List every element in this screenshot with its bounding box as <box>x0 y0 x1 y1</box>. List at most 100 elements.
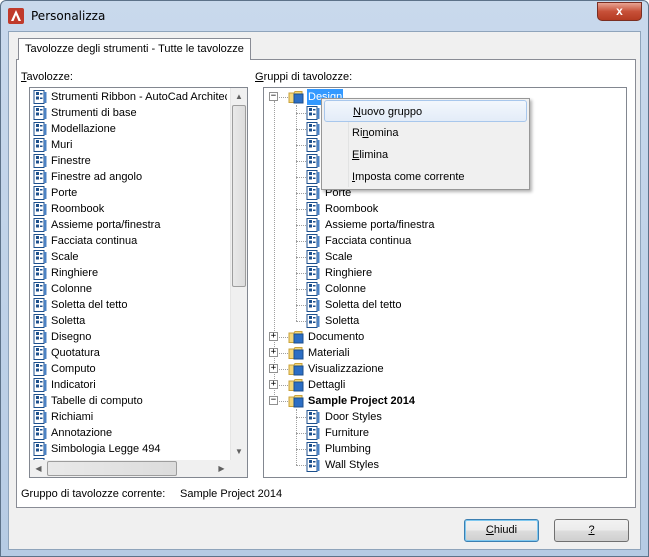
tab-all-palettes[interactable]: Tavolozze degli strumenti - Tutte le tav… <box>18 38 251 60</box>
palette-icon <box>306 186 320 200</box>
current-group-value: Sample Project 2014 <box>180 488 283 500</box>
palette-list-item[interactable]: Tabelle di computo <box>51 393 227 409</box>
palette-icon <box>33 266 47 280</box>
expander-collapse-icon[interactable]: − <box>269 396 278 405</box>
tree-connector-line <box>296 177 306 178</box>
tree-connector-line <box>296 409 297 465</box>
tree-connector-line <box>296 113 306 114</box>
expander-expand-icon[interactable]: + <box>269 332 278 341</box>
folder-icon <box>288 362 304 376</box>
tree-node-palette[interactable]: Scale <box>324 249 354 265</box>
tree-node-current-project[interactable]: Sample Project 2014 <box>307 393 416 409</box>
palettes-hscroll-thumb[interactable] <box>47 461 177 476</box>
palette-icon <box>306 170 320 184</box>
expander-expand-icon[interactable]: + <box>269 380 278 389</box>
tree-connector-line <box>296 417 306 418</box>
palette-list-item[interactable]: Annotazione <box>51 425 227 441</box>
palette-list-item[interactable]: Quotatura <box>51 345 227 361</box>
tree-node-group[interactable]: Materiali <box>307 345 351 361</box>
tree-node-palette[interactable]: Wall Styles <box>324 457 380 473</box>
menu-item-delete[interactable]: Elimina <box>324 144 527 166</box>
menu-item-new-group[interactable]: Nuovo gruppo <box>324 100 527 122</box>
palettes-listbox[interactable]: Strumenti Ribbon - AutoCad ArchitectureS… <box>29 87 248 478</box>
palette-list-item[interactable]: Finestre <box>51 153 227 169</box>
tree-connector-line <box>279 369 288 370</box>
close-window-button[interactable]: x <box>597 2 642 21</box>
palette-icon <box>306 154 320 168</box>
palette-icon <box>33 330 47 344</box>
palette-icon <box>33 410 47 424</box>
palette-list-item[interactable]: Strumenti Ribbon - AutoCad Architecture <box>51 89 227 105</box>
palette-icon <box>33 282 47 296</box>
palette-list-item[interactable]: Roombook <box>51 201 227 217</box>
palette-list-item[interactable]: Soletta del tetto <box>51 297 227 313</box>
tree-node-palette[interactable]: Assieme porta/finestra <box>324 217 435 233</box>
folder-icon <box>288 90 304 104</box>
tree-node-palette[interactable]: Roombook <box>324 201 379 217</box>
menu-item-rename[interactable]: Rinomina <box>324 122 527 144</box>
tree-node-palette[interactable]: Soletta <box>324 313 360 329</box>
expander-expand-icon[interactable]: + <box>269 348 278 357</box>
title-bar[interactable]: Personalizza x <box>1 1 648 31</box>
close-button[interactable]: Chiudi <box>464 519 539 542</box>
scroll-left-arrow-icon[interactable]: ◀ <box>30 460 47 477</box>
tree-connector-line <box>296 225 306 226</box>
tree-connector-line <box>296 449 306 450</box>
palettes-scroll-thumb[interactable] <box>232 105 246 287</box>
tree-connector-line <box>296 161 306 162</box>
palette-list-item[interactable]: Computo <box>51 361 227 377</box>
palette-list-item[interactable]: Modellazione <box>51 121 227 137</box>
palette-groups-label: Gruppi di tavolozze: <box>255 71 353 83</box>
palette-icon <box>306 282 320 296</box>
tree-node-group[interactable]: Visualizzazione <box>307 361 385 377</box>
palette-list-item[interactable]: Richiami <box>51 409 227 425</box>
palette-list-item[interactable]: Facciata continua <box>51 233 227 249</box>
palette-icon <box>33 346 47 360</box>
palette-list-item[interactable]: Finestre ad angolo <box>51 169 227 185</box>
tree-node-palette[interactable]: Colonne <box>324 281 367 297</box>
palette-list-item[interactable]: Simbologia Legge 494 <box>51 441 227 457</box>
palette-icon <box>33 170 47 184</box>
palette-list-item[interactable]: Porte <box>51 185 227 201</box>
scroll-corner <box>230 460 247 477</box>
scroll-down-arrow-icon[interactable]: ▼ <box>231 443 247 460</box>
palette-list-item[interactable]: Scale <box>51 249 227 265</box>
tree-node-palette[interactable]: Facciata continua <box>324 233 412 249</box>
folder-icon <box>288 330 304 344</box>
palette-list-item[interactable]: Indicatori <box>51 377 227 393</box>
tree-node-group[interactable]: Dettagli <box>307 377 346 393</box>
palette-list-item[interactable]: Muri <box>51 137 227 153</box>
tree-node-palette[interactable]: Furniture <box>324 425 370 441</box>
scroll-up-arrow-icon[interactable]: ▲ <box>231 88 247 105</box>
tree-node-palette[interactable]: Ringhiere <box>324 265 373 281</box>
palette-icon <box>306 410 320 424</box>
tree-node-group[interactable]: Documento <box>307 329 365 345</box>
palette-list-item[interactable]: Assieme porta/finestra <box>51 217 227 233</box>
menu-item-set-current[interactable]: Imposta come corrente <box>324 166 527 188</box>
palette-icon <box>306 298 320 312</box>
palette-list-item[interactable]: Disegno <box>51 329 227 345</box>
tree-node-palette[interactable]: Plumbing <box>324 441 372 457</box>
tree-node-palette[interactable]: Door Styles <box>324 409 383 425</box>
palette-icon <box>306 266 320 280</box>
expander-expand-icon[interactable]: + <box>269 364 278 373</box>
palettes-vscrollbar[interactable]: ▲ ▼ <box>230 88 247 460</box>
palette-icon <box>33 394 47 408</box>
tree-connector-line <box>279 97 288 98</box>
scroll-right-arrow-icon[interactable]: ▶ <box>213 460 230 477</box>
expander-collapse-icon[interactable]: − <box>269 92 278 101</box>
help-button[interactable]: ? <box>554 519 629 542</box>
palette-list-item[interactable]: Strumenti di base <box>51 105 227 121</box>
tree-node-palette[interactable]: Soletta del tetto <box>324 297 402 313</box>
palette-icon <box>33 122 47 136</box>
palette-list-item[interactable]: Colonne <box>51 281 227 297</box>
palette-list-item[interactable]: Soletta <box>51 313 227 329</box>
tree-connector-line <box>279 401 288 402</box>
palette-icon <box>33 314 47 328</box>
tree-connector-line <box>296 145 306 146</box>
tree-connector-line <box>296 289 306 290</box>
palettes-hscrollbar[interactable]: ◀ ▶ <box>30 460 230 477</box>
palette-icon <box>33 186 47 200</box>
palette-list-item[interactable]: Ringhiere <box>51 265 227 281</box>
palette-icon <box>33 106 47 120</box>
